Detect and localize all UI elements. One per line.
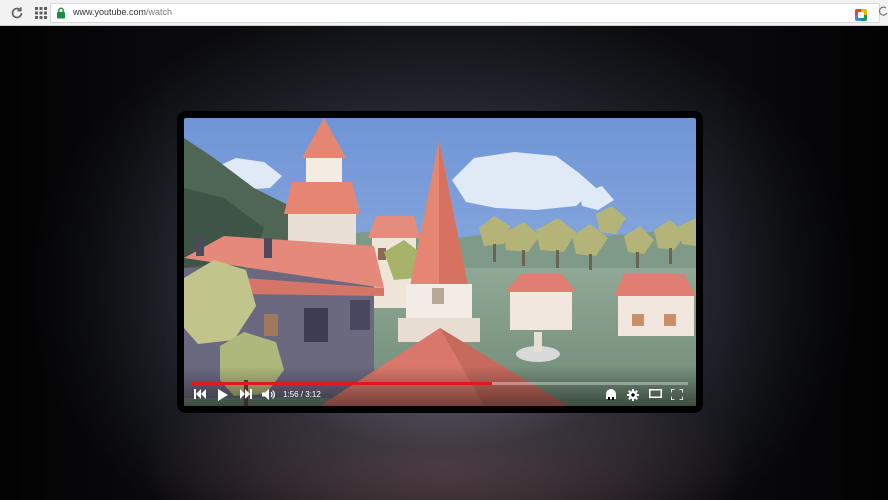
- apps-button[interactable]: [32, 4, 50, 22]
- settings-icon: [627, 389, 639, 401]
- reload-icon: [11, 7, 23, 19]
- progress-played: [192, 382, 492, 385]
- time-display: 1:56 / 3:12: [283, 390, 321, 399]
- fullscreen-button[interactable]: [671, 389, 687, 403]
- menu-edge-icon[interactable]: [878, 5, 888, 19]
- url-host: www.youtube.com: [73, 7, 147, 17]
- settings-button[interactable]: [627, 389, 643, 403]
- url-path: /watch: [146, 7, 173, 17]
- reload-button[interactable]: [8, 4, 26, 22]
- browser-toolbar: www.youtube.com/watch: [0, 0, 888, 26]
- backdrop-vignette-left: [0, 26, 170, 500]
- video-frame[interactable]: 1:56 / 3:12: [184, 118, 696, 406]
- previous-icon: [194, 389, 206, 399]
- previous-button[interactable]: [194, 389, 210, 403]
- next-button[interactable]: [240, 389, 256, 403]
- volume-icon: [262, 389, 275, 400]
- fullscreen-icon: [671, 389, 683, 400]
- current-time: 1:56: [283, 390, 299, 399]
- annotations-button[interactable]: [605, 389, 621, 403]
- play-button[interactable]: [218, 389, 232, 403]
- extension-icon[interactable]: [855, 9, 867, 21]
- video-player[interactable]: 1:56 / 3:12: [177, 111, 703, 413]
- lock-icon: [57, 7, 65, 19]
- duration: 3:12: [305, 390, 321, 399]
- backdrop-vignette-right: [718, 26, 888, 500]
- play-icon: [218, 389, 228, 401]
- theater-mode-icon: [649, 389, 662, 398]
- next-icon: [240, 389, 252, 399]
- url-text: www.youtube.com/watch: [73, 7, 172, 17]
- apps-grid-icon: [35, 7, 47, 19]
- progress-bar[interactable]: [192, 382, 688, 385]
- address-bar[interactable]: www.youtube.com/watch: [50, 3, 880, 23]
- theater-mode-button[interactable]: [649, 389, 665, 403]
- annotations-icon: [606, 389, 616, 400]
- volume-button[interactable]: [262, 389, 278, 403]
- video-scene-village: [184, 118, 696, 406]
